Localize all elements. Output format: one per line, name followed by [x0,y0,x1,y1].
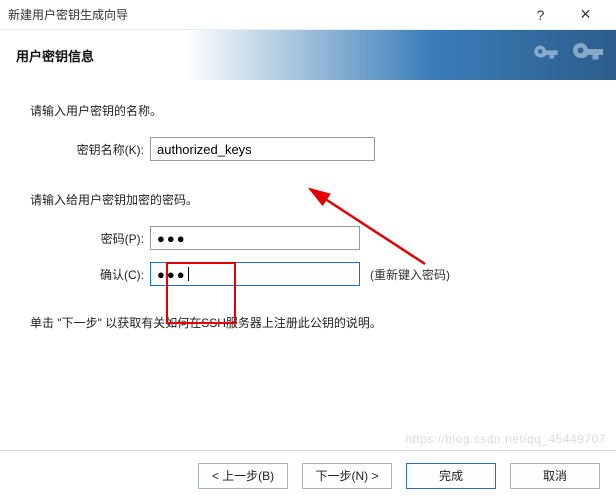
instruction-text: 单击 "下一步" 以获取有关如何在SSH服务器上注册此公钥的说明。 [30,314,586,331]
confirm-label: 确认(C): [30,266,150,283]
key-name-input[interactable] [150,137,375,161]
cancel-button[interactable]: 取消 [510,463,600,489]
window-title: 新建用户密钥生成向导 [8,6,518,23]
help-button[interactable]: ? [518,0,563,30]
retype-hint: (重新键入密码) [370,266,450,283]
back-button[interactable]: < 上一步(B) [198,463,288,489]
confirm-row: 确认(C): ●●● (重新键入密码) [30,262,586,286]
name-row: 密钥名称(K): [30,137,586,161]
password-label: 密码(P): [30,230,150,247]
key-icon [532,30,606,80]
confirm-input[interactable]: ●●● [150,262,360,286]
wizard-header: 用户密钥信息 [0,30,616,80]
name-label: 密钥名称(K): [30,141,150,158]
window-controls: ? × [518,0,608,30]
wizard-content: 请输入用户密钥的名称。 密钥名称(K): 请输入给用户密钥加密的密码。 密码(P… [0,80,616,450]
password-prompt: 请输入给用户密钥加密的密码。 [30,191,586,208]
header-title: 用户密钥信息 [16,46,94,65]
close-button[interactable]: × [563,0,608,30]
wizard-footer: < 上一步(B) 下一步(N) > 完成 取消 [0,450,616,500]
password-input[interactable]: ●●● [150,226,360,250]
name-prompt: 请输入用户密钥的名称。 [30,102,586,119]
password-row: 密码(P): ●●● [30,226,586,250]
next-button[interactable]: 下一步(N) > [302,463,392,489]
finish-button[interactable]: 完成 [406,463,496,489]
titlebar: 新建用户密钥生成向导 ? × [0,0,616,30]
